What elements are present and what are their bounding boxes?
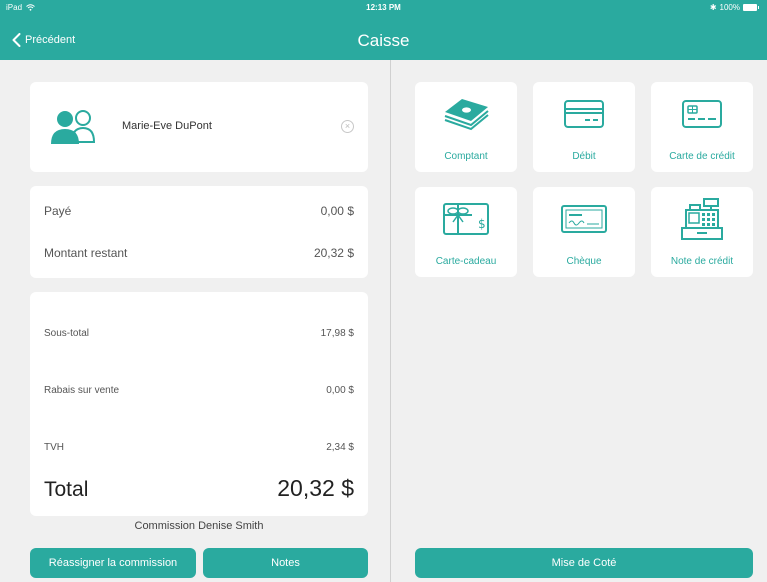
paid-row: Payé 0,00 $ — [44, 204, 354, 218]
panel-divider — [390, 60, 391, 582]
total-label: Total — [44, 478, 89, 501]
navigation-bar: iPad 12:13 PM ✱ 100% Précédent Caisse — [0, 0, 767, 60]
bluetooth-icon: ✱ — [709, 3, 717, 12]
payment-cheque-label: Chèque — [566, 256, 602, 267]
subtotal-value: 17,98 $ — [320, 328, 354, 339]
payment-gift-card-button[interactable]: $ Carte-cadeau — [415, 187, 517, 277]
payment-credit-card-label: Carte de crédit — [669, 151, 735, 162]
commission-text: Commission Denise Smith — [134, 520, 264, 532]
debit-card-icon — [564, 100, 604, 128]
payment-credit-card-button[interactable]: Carte de crédit — [651, 82, 753, 172]
paid-label: Payé — [44, 204, 72, 218]
set-aside-button[interactable]: Mise de Coté — [415, 548, 753, 578]
remaining-value: 20,32 $ — [313, 246, 354, 260]
payment-status-card: Payé 0,00 $ Montant restant 20,32 $ — [30, 186, 368, 278]
battery-level: 100% — [719, 3, 740, 12]
subtotal-label: Sous-total — [44, 328, 90, 339]
payment-debit-label: Débit — [572, 151, 596, 162]
status-bar: iPad 12:13 PM ✱ 100% — [0, 0, 767, 16]
tax-label: TVH — [44, 442, 64, 453]
payment-cash-label: Comptant — [444, 151, 488, 162]
total-row: Total 20,32 $ — [44, 475, 354, 502]
subtotal-row: Sous-total 17,98 $ — [44, 328, 354, 339]
discount-value: 0,00 $ — [326, 385, 354, 396]
payment-credit-note-button[interactable]: Note de crédit — [651, 187, 753, 277]
payment-cheque-button[interactable]: Chèque — [533, 187, 635, 277]
payment-gift-card-label: Carte-cadeau — [435, 256, 497, 267]
discount-label: Rabais sur vente — [44, 385, 120, 396]
cheque-icon — [561, 205, 607, 233]
status-time: 12:13 PM — [366, 3, 401, 12]
payment-debit-button[interactable]: Débit — [533, 82, 635, 172]
total-value: 20,32 $ — [277, 475, 354, 501]
cash-icon — [444, 99, 489, 131]
svg-text:$: $ — [478, 217, 486, 231]
reassign-commission-button[interactable]: Réassigner la commission — [30, 548, 196, 578]
paid-value: 0,00 $ — [320, 204, 354, 218]
cash-register-icon — [681, 198, 723, 240]
customers-icon — [51, 110, 96, 144]
payment-cash-button[interactable]: Comptant — [415, 82, 517, 172]
totals-card: Sous-total 17,98 $ Rabais sur vente 0,00… — [30, 292, 368, 516]
tax-value: 2,34 $ — [326, 442, 354, 453]
tax-row: TVH 2,34 $ — [44, 442, 354, 453]
remaining-label: Montant restant — [44, 246, 128, 260]
remaining-row: Montant restant 20,32 $ — [44, 246, 354, 260]
page-title: Caisse — [357, 31, 410, 50]
payment-credit-note-label: Note de crédit — [670, 256, 734, 267]
credit-card-icon — [682, 100, 722, 128]
gift-card-icon: $ — [443, 203, 489, 235]
customer-name: Marie-Eve DuPont — [122, 120, 212, 132]
notes-button[interactable]: Notes — [203, 548, 368, 578]
customer-card[interactable]: Marie-Eve DuPont × — [30, 82, 368, 172]
status-right: ✱ 100% — [709, 3, 759, 12]
discount-row: Rabais sur vente 0,00 $ — [44, 385, 354, 396]
battery-icon — [743, 4, 759, 11]
clear-customer-button[interactable]: × — [341, 120, 354, 133]
